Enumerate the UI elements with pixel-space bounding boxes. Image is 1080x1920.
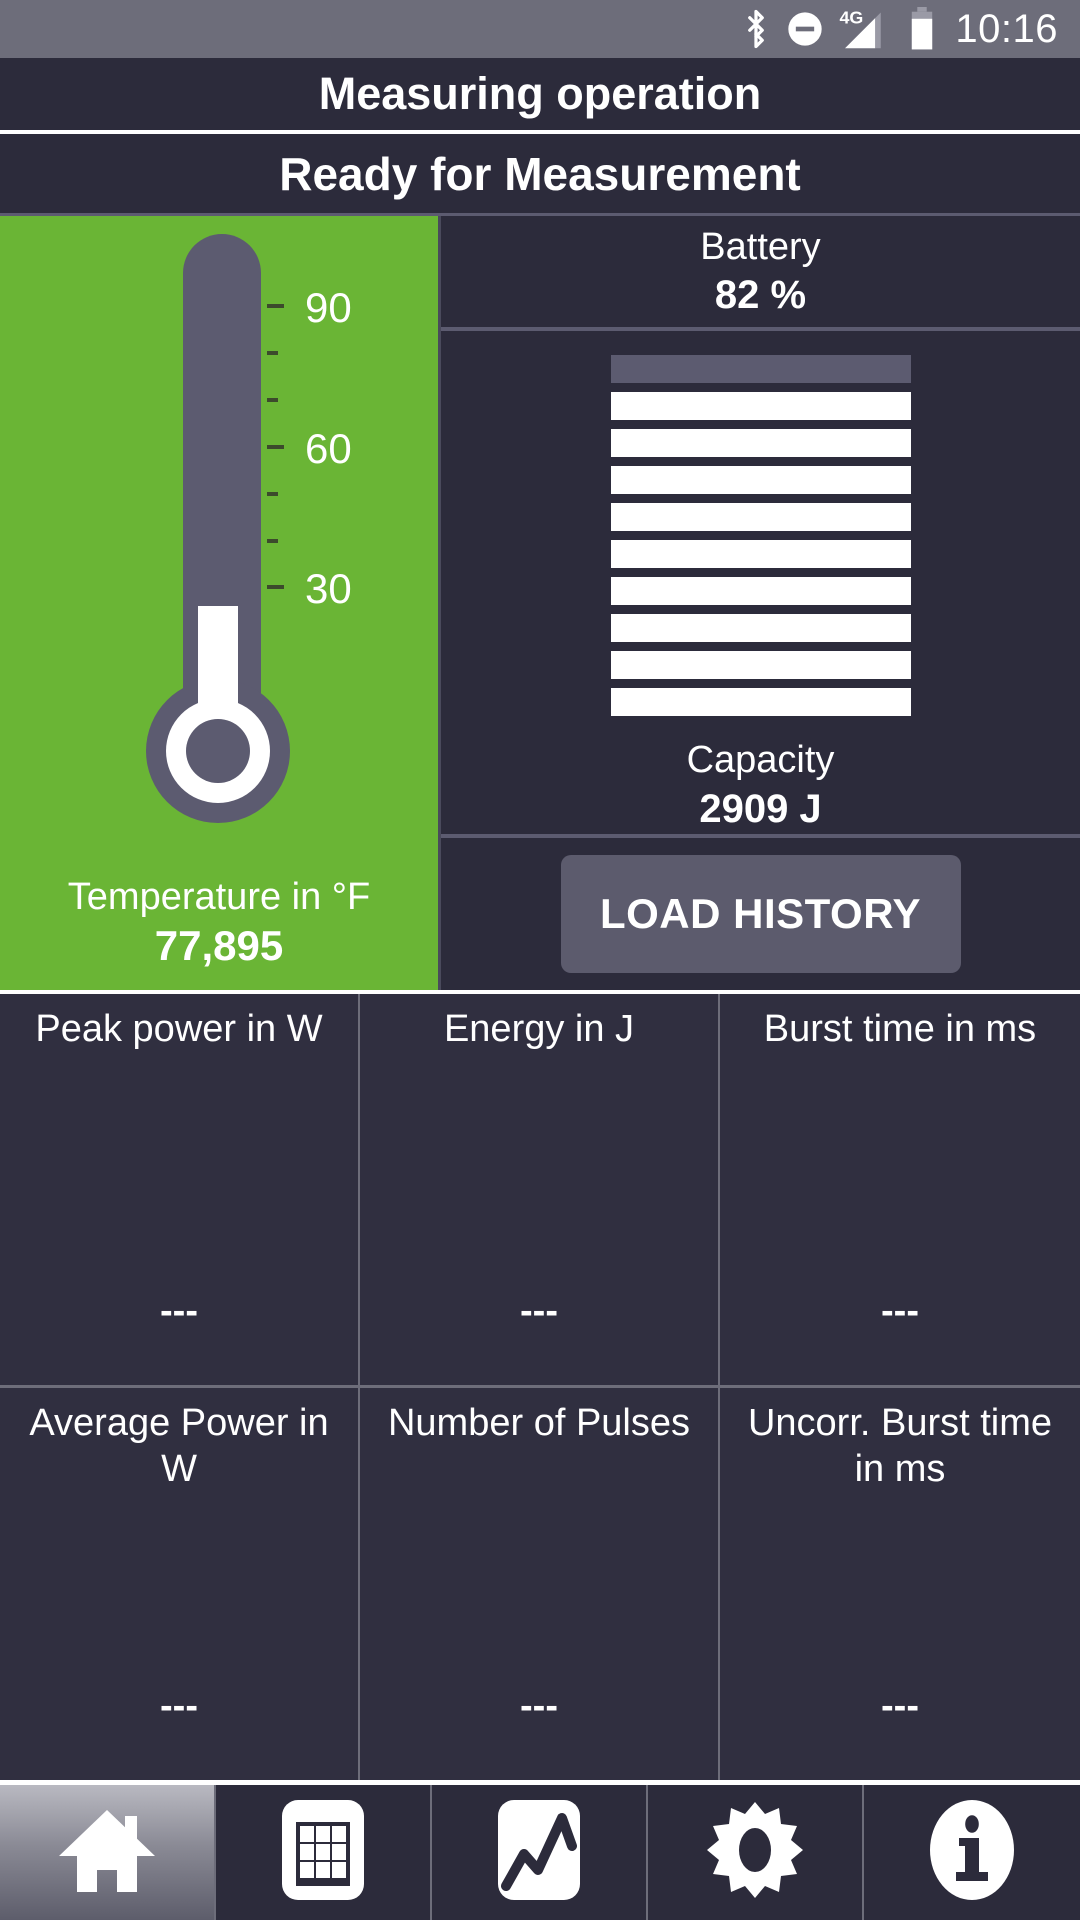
capacity-segment xyxy=(610,466,911,494)
table-icon xyxy=(280,1798,366,1907)
bluetooth-icon xyxy=(741,8,771,50)
capacity-segment xyxy=(610,429,911,457)
metric-label: Energy in J xyxy=(443,1008,635,1050)
capacity-panel: Capacity 2909 J xyxy=(441,331,1080,838)
metric-value: --- xyxy=(881,1290,919,1332)
metric-label: Average Power in W xyxy=(29,1402,329,1490)
metrics-row: Peak power in W --- Energy in J --- Burs… xyxy=(0,990,1080,1385)
metric-energy: Energy in J --- xyxy=(360,994,720,1385)
metric-peak-power: Peak power in W --- xyxy=(0,994,360,1385)
metric-label: Peak power in W xyxy=(35,1008,323,1050)
capacity-segment xyxy=(610,355,911,383)
metric-uncorr-burst-time: Uncorr. Burst time in ms --- xyxy=(720,1388,1080,1780)
temperature-panel: 90 60 30 Temperature in °F 77,895 xyxy=(0,216,441,990)
app-title-bar: Measuring operation xyxy=(0,58,1080,134)
metric-number-of-pulses: Number of Pulses --- xyxy=(360,1388,720,1780)
thermometer-tick-30: 30 xyxy=(305,565,352,612)
temperature-value: 77,895 xyxy=(154,922,284,969)
battery-value: 82 % xyxy=(714,272,807,317)
capacity-segment xyxy=(610,614,911,642)
nav-chart[interactable] xyxy=(432,1785,648,1920)
thermometer-tick-90: 90 xyxy=(305,284,352,331)
battery-icon xyxy=(909,7,935,51)
metric-value: --- xyxy=(520,1685,558,1727)
metric-burst-time: Burst time in ms --- xyxy=(720,994,1080,1385)
measurement-status-text: Ready for Measurement xyxy=(279,147,801,200)
right-panel-column: Battery 82 % Capacity 2909 J LOAD HISTOR… xyxy=(441,216,1080,990)
signal-4g-icon: 4G xyxy=(839,7,895,51)
thermometer-gauge: 90 60 30 xyxy=(146,234,352,823)
svg-text:4G: 4G xyxy=(840,8,864,28)
metric-label: Uncorr. Burst time in ms xyxy=(747,1402,1053,1490)
gear-icon xyxy=(705,1798,805,1907)
nav-settings[interactable] xyxy=(648,1785,864,1920)
capacity-segment xyxy=(610,688,911,716)
metric-average-power: Average Power in W --- xyxy=(0,1388,360,1780)
thermometer-tick-60: 60 xyxy=(305,425,352,472)
battery-label: Battery xyxy=(700,225,821,268)
status-bar: 4G 10:16 xyxy=(0,0,1080,58)
upper-panels: 90 60 30 Temperature in °F 77,895 Batter… xyxy=(0,216,1080,990)
status-bar-clock: 10:16 xyxy=(955,6,1058,51)
metric-value: --- xyxy=(520,1290,558,1332)
metric-label: Number of Pulses xyxy=(387,1402,690,1444)
info-icon xyxy=(927,1798,1017,1907)
temperature-label: Temperature in °F xyxy=(67,876,371,918)
capacity-segment xyxy=(610,540,911,568)
metrics-grid: Peak power in W --- Energy in J --- Burs… xyxy=(0,990,1080,1780)
capacity-value: 2909 J xyxy=(699,787,822,831)
capacity-gauge xyxy=(610,355,911,716)
page-title: Measuring operation xyxy=(318,68,762,119)
nav-info[interactable] xyxy=(864,1785,1080,1920)
bottom-navigation xyxy=(0,1780,1080,1920)
nav-home[interactable] xyxy=(0,1785,216,1920)
capacity-segment xyxy=(610,503,911,531)
battery-panel: Battery 82 % xyxy=(441,216,1080,331)
capacity-segment xyxy=(610,392,911,420)
measurement-status-bar: Ready for Measurement xyxy=(0,134,1080,216)
do-not-disturb-icon xyxy=(785,9,825,49)
nav-table[interactable] xyxy=(216,1785,432,1920)
home-icon xyxy=(55,1804,159,1901)
load-history-container: LOAD HISTORY xyxy=(441,838,1080,990)
chart-icon xyxy=(496,1798,582,1907)
capacity-segment xyxy=(610,577,911,605)
metric-label: Burst time in ms xyxy=(763,1008,1037,1050)
metrics-row: Average Power in W --- Number of Pulses … xyxy=(0,1385,1080,1780)
capacity-label: Capacity xyxy=(686,739,835,781)
metric-value: --- xyxy=(881,1685,919,1727)
capacity-segment xyxy=(610,651,911,679)
metric-value: --- xyxy=(160,1290,198,1332)
metric-value: --- xyxy=(160,1685,198,1727)
load-history-button[interactable]: LOAD HISTORY xyxy=(560,855,961,973)
